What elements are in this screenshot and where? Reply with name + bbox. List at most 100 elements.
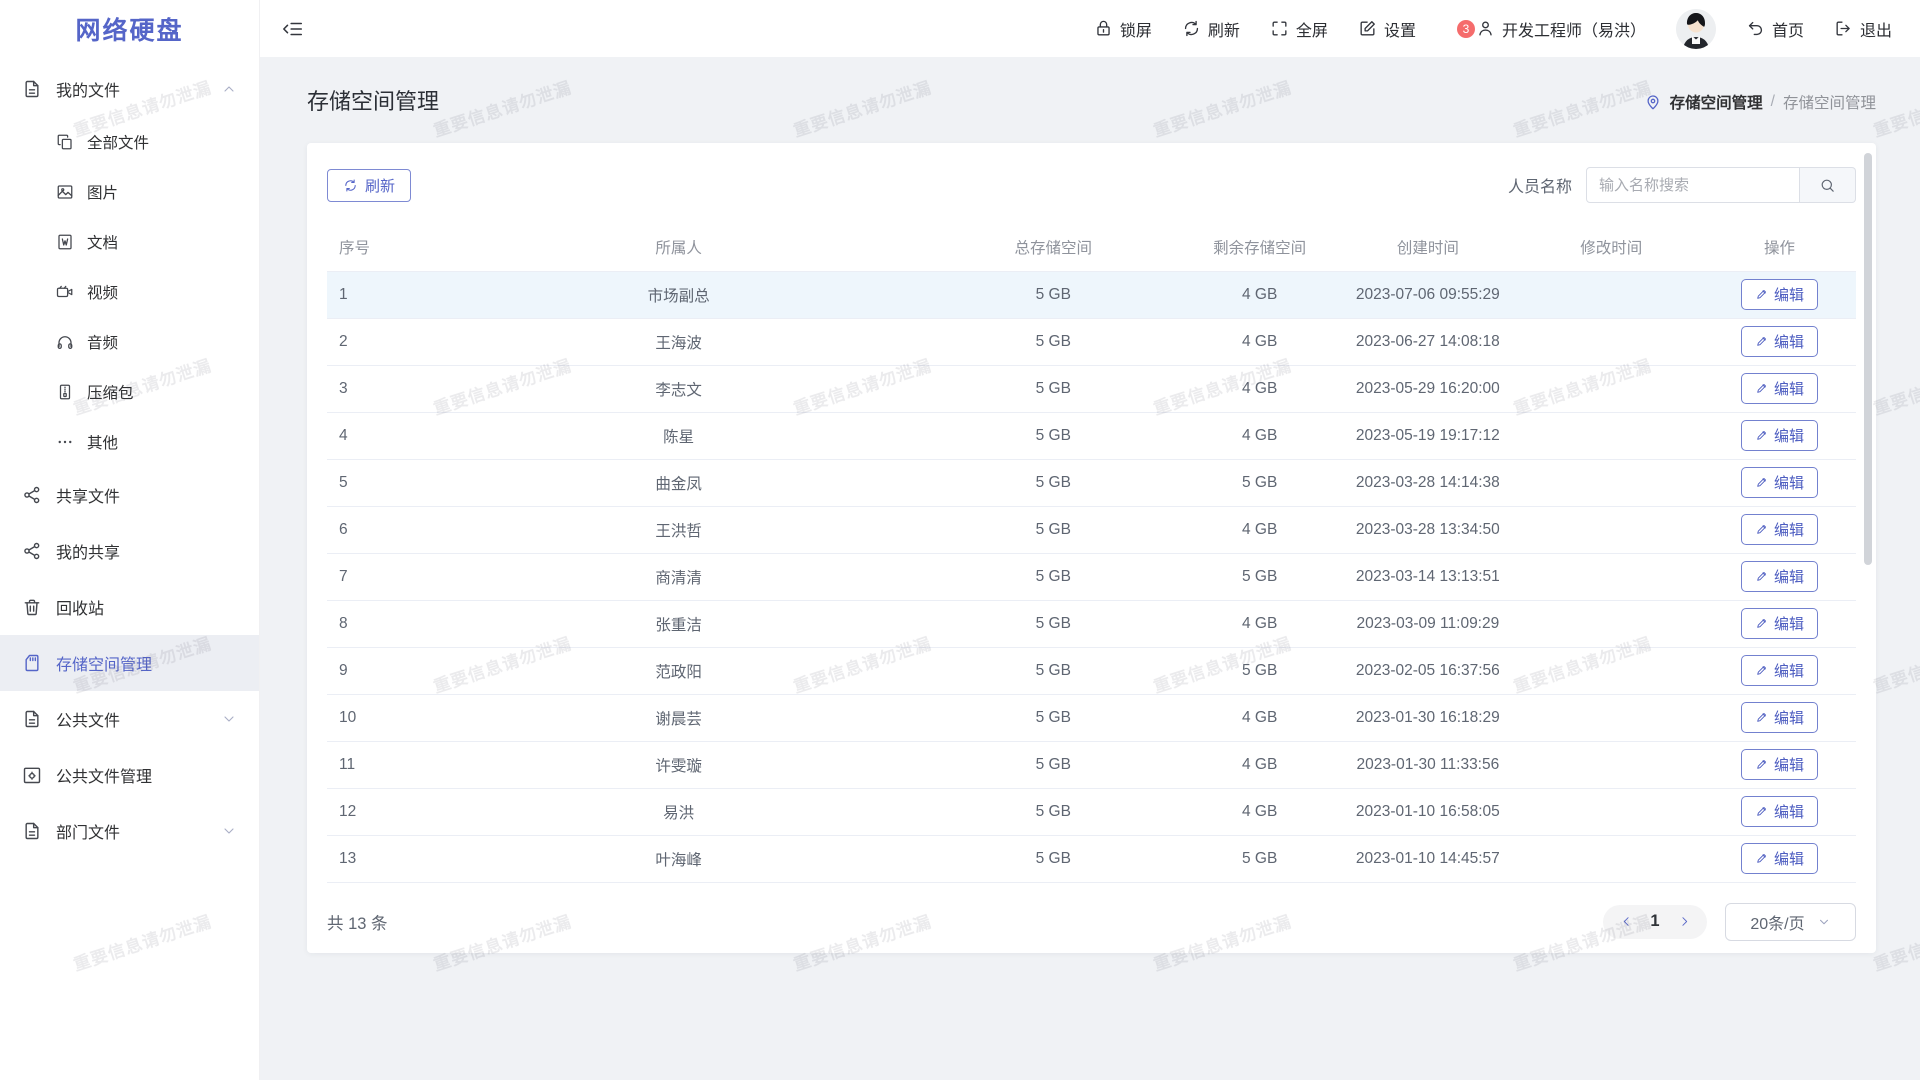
cell-owner: 陈星	[434, 412, 923, 459]
sidebar-item-images[interactable]: 图片	[0, 167, 259, 217]
sidebar-collapse-icon[interactable]	[282, 18, 304, 40]
edit-button[interactable]: 编辑	[1741, 608, 1818, 639]
edit-button[interactable]: 编辑	[1741, 326, 1818, 357]
col-remaining: 剩余存储空间	[1183, 223, 1336, 271]
sidebar-item-shared-files[interactable]: 共享文件	[0, 467, 259, 523]
search-input[interactable]	[1586, 167, 1800, 203]
sidebar-item-label: 回收站	[56, 595, 104, 619]
cell-index: 1	[327, 271, 434, 318]
edit-button[interactable]: 编辑	[1741, 796, 1818, 827]
cell-owner: 王海波	[434, 318, 923, 365]
sidebar-item-my-shares[interactable]: 我的共享	[0, 523, 259, 579]
pencil-icon	[1755, 523, 1768, 536]
sidebar-item-other[interactable]: 其他	[0, 417, 259, 467]
sidebar-item-label: 音频	[87, 331, 118, 353]
sidebar-item-storage-management[interactable]: 存储空间管理	[0, 635, 259, 691]
map-pin-icon	[1644, 93, 1662, 111]
lock-screen-label: 锁屏	[1120, 17, 1152, 41]
sidebar-item-recycle-bin[interactable]: 回收站	[0, 579, 259, 635]
copy-files-icon	[56, 133, 74, 151]
edit-button[interactable]: 编辑	[1741, 279, 1818, 310]
sidebar-menu: 我的文件 全部文件 图片 文档 视频 音频 压缩包	[0, 57, 259, 859]
edit-button[interactable]: 编辑	[1741, 561, 1818, 592]
sidebar-item-documents[interactable]: 文档	[0, 217, 259, 267]
prev-page-button[interactable]	[1613, 905, 1639, 939]
next-page-button[interactable]	[1671, 905, 1697, 939]
table-row: 13 叶海峰 5 GB 5 GB 2023-01-10 14:45:57 编辑	[327, 835, 1856, 882]
sidebar-item-label: 共享文件	[56, 483, 120, 507]
ellipsis-icon	[56, 433, 74, 451]
col-modified: 修改时间	[1520, 223, 1703, 271]
edit-button[interactable]: 编辑	[1741, 749, 1818, 780]
edit-button[interactable]: 编辑	[1741, 420, 1818, 451]
top-header: 锁屏 刷新 全屏 设置 3 开发工程师（易洪） 首页	[260, 0, 1920, 57]
pencil-icon	[1755, 805, 1768, 818]
sidebar-item-label: 其他	[87, 431, 118, 453]
cell-created: 2023-03-28 14:14:38	[1336, 459, 1519, 506]
edit-button-label: 编辑	[1774, 660, 1804, 681]
edit-button-label: 编辑	[1774, 566, 1804, 587]
breadcrumb-root[interactable]: 存储空间管理	[1670, 91, 1763, 113]
search-button[interactable]	[1800, 167, 1856, 203]
cell-created: 2023-06-27 14:08:18	[1336, 318, 1519, 365]
sidebar-item-my-files[interactable]: 我的文件	[0, 61, 259, 117]
settings-button[interactable]: 设置	[1358, 17, 1416, 41]
cell-modified	[1520, 553, 1703, 600]
sidebar-item-videos[interactable]: 视频	[0, 267, 259, 317]
cell-index: 2	[327, 318, 434, 365]
refresh-button[interactable]: 刷新	[1182, 17, 1240, 41]
edit-button[interactable]: 编辑	[1741, 702, 1818, 733]
sidebar-item-audio[interactable]: 音频	[0, 317, 259, 367]
sidebar-item-label: 压缩包	[87, 381, 134, 403]
cell-created: 2023-03-28 13:34:50	[1336, 506, 1519, 553]
sidebar-item-public-file-management[interactable]: 公共文件管理	[0, 747, 259, 803]
fullscreen-icon	[1270, 19, 1289, 38]
edit-button[interactable]: 编辑	[1741, 655, 1818, 686]
sidebar-item-archives[interactable]: 压缩包	[0, 367, 259, 417]
user-menu[interactable]: 开发工程师（易洪）	[1476, 17, 1646, 41]
cell-created: 2023-01-30 11:33:56	[1336, 741, 1519, 788]
cell-index: 3	[327, 365, 434, 412]
edit-button[interactable]: 编辑	[1741, 467, 1818, 498]
breadcrumb: 存储空间管理 / 存储空间管理	[1644, 91, 1876, 113]
current-page: 1	[1639, 912, 1671, 931]
edit-button[interactable]: 编辑	[1741, 843, 1818, 874]
sidebar-item-public-files[interactable]: 公共文件	[0, 691, 259, 747]
lock-screen-button[interactable]: 锁屏	[1094, 17, 1152, 41]
chevron-up-icon	[221, 81, 237, 97]
avatar[interactable]	[1676, 9, 1716, 49]
sidebar-item-all-files[interactable]: 全部文件	[0, 117, 259, 167]
chevron-left-icon	[1620, 915, 1633, 928]
cell-created: 2023-05-19 19:17:12	[1336, 412, 1519, 459]
sidebar-item-label: 我的共享	[56, 539, 120, 563]
cell-modified	[1520, 600, 1703, 647]
fullscreen-button[interactable]: 全屏	[1270, 17, 1328, 41]
chevron-down-icon	[1817, 915, 1831, 929]
edit-button-label: 编辑	[1774, 613, 1804, 634]
file-text-icon	[22, 709, 42, 729]
cell-created: 2023-01-30 16:18:29	[1336, 694, 1519, 741]
breadcrumb-current: 存储空间管理	[1783, 91, 1876, 113]
cell-modified	[1520, 788, 1703, 835]
sidebar-item-label: 存储空间管理	[56, 651, 152, 675]
home-button[interactable]: 首页	[1746, 17, 1804, 41]
col-owner: 所属人	[434, 223, 923, 271]
sidebar-item-department-files[interactable]: 部门文件	[0, 803, 259, 859]
sidebar-item-label: 全部文件	[87, 131, 149, 153]
edit-button[interactable]: 编辑	[1741, 373, 1818, 404]
table-row: 12 易洪 5 GB 4 GB 2023-01-10 16:58:05 编辑	[327, 788, 1856, 835]
cell-created: 2023-03-09 11:09:29	[1336, 600, 1519, 647]
cell-actions: 编辑	[1703, 553, 1856, 600]
logout-button[interactable]: 退出	[1834, 17, 1892, 41]
page-size-select[interactable]: 20条/页	[1725, 903, 1856, 941]
cell-actions: 编辑	[1703, 788, 1856, 835]
sidebar-item-label: 图片	[87, 181, 118, 203]
file-text-icon	[22, 821, 42, 841]
table-refresh-button[interactable]: 刷新	[327, 169, 411, 202]
scrollbar-thumb[interactable]	[1864, 153, 1872, 565]
col-created: 创建时间	[1336, 223, 1519, 271]
table-refresh-label: 刷新	[365, 175, 395, 196]
edit-button[interactable]: 编辑	[1741, 514, 1818, 545]
cell-created: 2023-01-10 14:45:57	[1336, 835, 1519, 882]
table-row: 2 王海波 5 GB 4 GB 2023-06-27 14:08:18 编辑	[327, 318, 1856, 365]
